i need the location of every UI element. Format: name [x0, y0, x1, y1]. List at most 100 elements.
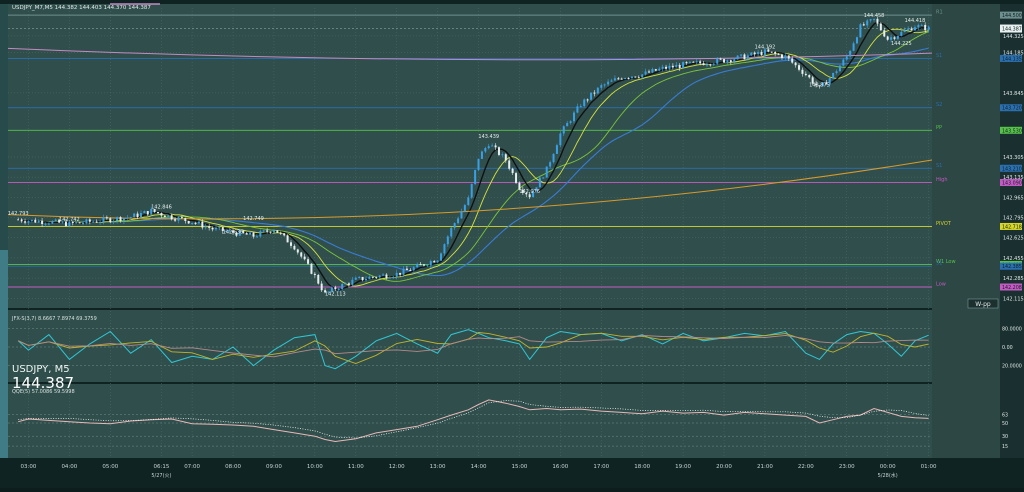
candle-body	[658, 68, 661, 71]
time-tick-label: 22:00	[798, 464, 814, 470]
candle-body	[392, 276, 395, 278]
price-annotation: 142.742	[59, 217, 80, 223]
candle-body	[429, 261, 432, 266]
candle-body	[443, 244, 446, 254]
candle-body	[341, 283, 344, 290]
candle-body	[777, 53, 780, 55]
time-tick-label: 12:00	[389, 464, 405, 470]
candle-body	[112, 220, 115, 223]
candle-body	[736, 55, 739, 60]
chart-canvas[interactable]: R1 144.500 S1 144.135 S2 143.720 PP 143.530 S1 14…	[0, 0, 1024, 488]
candle-body	[634, 76, 637, 78]
time-tick-label: 08:00	[225, 464, 241, 470]
candle-body	[637, 77, 640, 79]
candle-body	[671, 65, 674, 68]
time-tick-label: 23:00	[839, 464, 855, 470]
candle-body	[262, 230, 265, 232]
level-label-s2-upper: S2	[936, 102, 942, 108]
time-tick-label: 16:00	[552, 464, 568, 470]
level-tag-text-s1-lower: 142.385	[1002, 264, 1022, 270]
candle-body	[709, 64, 712, 66]
time-tick-label: 01:00	[921, 464, 937, 470]
candle-body	[249, 232, 252, 235]
candle-body	[92, 221, 95, 223]
candle-body	[723, 59, 726, 63]
qqe-label: QQE(5) 57.0086 59.5998	[12, 389, 75, 395]
level-label-pivot: PIVOT	[936, 221, 952, 227]
candle-body	[20, 219, 23, 222]
candle-body	[583, 99, 586, 107]
candle-body	[613, 78, 616, 81]
candle-body	[627, 77, 630, 79]
candle-body	[269, 231, 272, 233]
candle-body	[453, 223, 456, 228]
candle-body	[750, 52, 753, 56]
time-tick-label: 04:00	[61, 464, 77, 470]
level-label-s1-lower: S1	[936, 261, 942, 267]
time-tick-label: 18:00	[634, 464, 650, 470]
left-edge-strip-top	[0, 4, 8, 250]
price-tick-label: 142.455	[1003, 256, 1024, 262]
jfx-level-label: 20.0000	[1002, 364, 1022, 370]
time-tick-label: 11:00	[348, 464, 364, 470]
jfx-panel[interactable]	[8, 310, 932, 382]
time-tick-label: 09:00	[266, 464, 282, 470]
candle-body	[808, 75, 811, 78]
candle-body	[624, 77, 627, 79]
candle-body	[463, 205, 466, 212]
price-axis	[1000, 4, 1024, 458]
candle-body	[184, 218, 187, 221]
candle-body	[579, 106, 582, 108]
price-annotation: 142.793	[8, 211, 29, 217]
candle-body	[252, 232, 255, 237]
candle-body	[603, 84, 606, 86]
candle-body	[572, 112, 575, 122]
candle-body	[116, 217, 119, 221]
candle-body	[255, 236, 258, 238]
candle-body	[596, 87, 599, 94]
candle-body	[375, 277, 378, 279]
candle-body	[501, 154, 504, 156]
candle-body	[699, 61, 702, 64]
w-pp-label: W-pp	[975, 301, 991, 308]
candle-body	[924, 24, 927, 31]
candle-body	[426, 265, 429, 267]
candle-body	[399, 272, 402, 275]
candle-body	[85, 219, 88, 224]
level-tag-text-pivot: 142.718	[1002, 224, 1022, 230]
candle-body	[559, 133, 562, 146]
candle-body	[794, 62, 797, 66]
candle-body	[30, 219, 33, 222]
candle-body	[849, 50, 852, 57]
candle-body	[832, 72, 835, 79]
candle-body	[641, 74, 644, 78]
candle-body	[351, 279, 354, 285]
candle-body	[692, 61, 695, 63]
left-edge-strip	[0, 250, 8, 458]
candle-body	[174, 219, 177, 221]
candle-body	[610, 80, 613, 82]
price-tick-label: 142.965	[1003, 195, 1024, 201]
time-tick-label: 07:00	[184, 464, 200, 470]
candle-body	[784, 55, 787, 59]
time-tick-label: 15:00	[512, 464, 528, 470]
candle-body	[310, 263, 313, 274]
candle-body	[208, 226, 211, 228]
candle-body	[300, 252, 303, 257]
price-annotation: 144.458	[864, 13, 885, 19]
candle-body	[740, 54, 743, 56]
price-annotation: 142.113	[325, 292, 346, 298]
candle-body	[480, 151, 483, 159]
candle-body	[313, 273, 316, 275]
candle-body	[515, 173, 518, 183]
candle-body	[552, 153, 555, 163]
candle-body	[719, 58, 722, 60]
candle-body	[682, 62, 685, 68]
qqe-panel[interactable]	[8, 384, 932, 458]
candle-body	[733, 59, 736, 62]
candle-body	[167, 215, 170, 218]
candle-body	[883, 30, 886, 37]
level-label-low: Low	[936, 282, 946, 288]
candle-body	[133, 213, 136, 218]
candle-body	[798, 65, 801, 70]
